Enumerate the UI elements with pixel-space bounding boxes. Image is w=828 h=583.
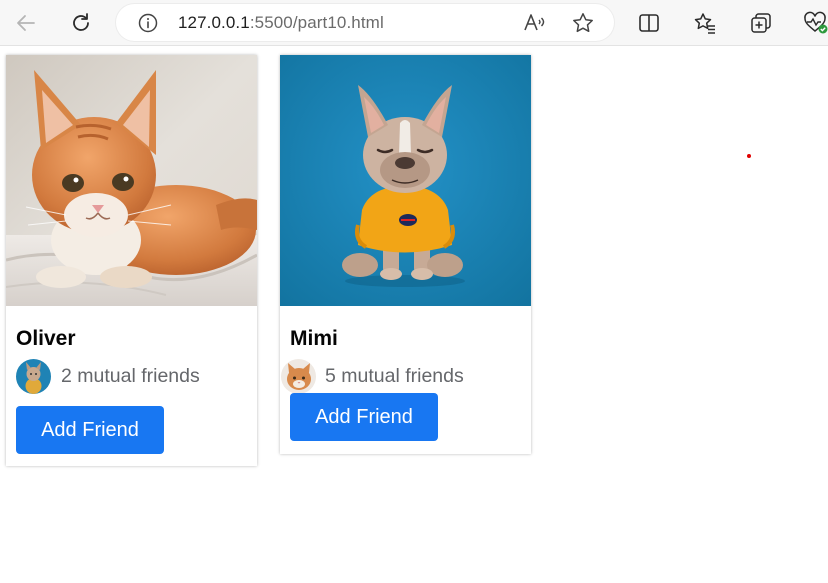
arrow-left-icon <box>17 15 35 31</box>
cat-photo <box>6 55 257 306</box>
friend-card: Oliver 2 mutual friends Add Friend <box>6 55 257 466</box>
dog-photo <box>280 55 531 306</box>
split-screen-button[interactable] <box>635 9 663 37</box>
friend-name: Mimi <box>290 327 338 350</box>
refresh-button[interactable] <box>67 9 95 37</box>
browser-toolbar: 127.0.0.1:5500/part10.html <box>0 0 828 46</box>
friend-card: Mimi 5 mutual friends Add Friend <box>280 55 531 454</box>
refresh-icon <box>73 13 89 31</box>
mutual-friends-count: 2 mutual friends <box>61 365 200 387</box>
mutual-friends-count: 5 mutual friends <box>325 365 464 387</box>
browser-essentials-icon <box>804 11 828 34</box>
browser-essentials-button[interactable] <box>802 9 828 37</box>
split-screen-icon <box>639 14 659 32</box>
mutual-friend-avatar <box>281 359 316 394</box>
url-text[interactable]: 127.0.0.1:5500/part10.html <box>178 13 384 33</box>
favorites-button[interactable] <box>691 9 719 37</box>
collections-icon <box>751 13 771 33</box>
collections-button[interactable] <box>747 9 775 37</box>
red-dot <box>747 154 751 158</box>
add-friend-button[interactable]: Add Friend <box>16 406 164 454</box>
friend-name: Oliver <box>16 327 76 350</box>
url-path: :5500/part10.html <box>249 13 384 32</box>
add-friend-button[interactable]: Add Friend <box>290 393 438 441</box>
mutual-friend-avatar <box>16 359 51 394</box>
info-icon[interactable] <box>138 13 158 38</box>
address-bar[interactable]: 127.0.0.1:5500/part10.html <box>116 4 614 41</box>
back-button[interactable] <box>12 9 40 37</box>
url-host: 127.0.0.1 <box>178 13 250 32</box>
star-icon[interactable] <box>571 11 595 40</box>
favorites-icon <box>694 13 715 34</box>
read-aloud-icon[interactable] <box>522 11 546 40</box>
